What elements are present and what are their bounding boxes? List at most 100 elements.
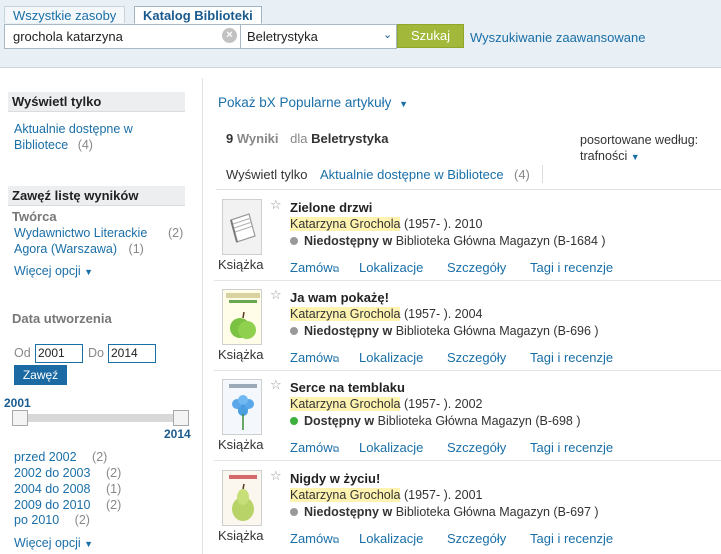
- locations-tab[interactable]: Lokalizacje: [359, 531, 423, 546]
- result-title[interactable]: Zielone drzwi: [290, 200, 372, 215]
- details-tab[interactable]: Szczegóły: [447, 440, 506, 455]
- details-tab[interactable]: Szczegóły: [447, 350, 506, 365]
- availability-status: Niedostępny w: [304, 505, 393, 519]
- date-range-item[interactable]: 2002 do 2003 (2): [14, 465, 121, 481]
- slider-handle-max[interactable]: [173, 410, 189, 426]
- availability-line[interactable]: Dostępny w Biblioteka Główna Magazyn (B-…: [290, 413, 581, 429]
- date-to-input[interactable]: 2014: [108, 344, 156, 363]
- star-icon[interactable]: ☆: [270, 197, 282, 213]
- result-title[interactable]: Ja wam pokażę!: [290, 290, 389, 305]
- slider-min-label: 2001: [4, 396, 31, 410]
- tags-reviews-tab[interactable]: Tagi i recenzje: [530, 350, 613, 365]
- sort-value: trafności: [580, 149, 628, 163]
- external-link-icon: ⧉: [332, 354, 340, 364]
- result-item: Książka ☆ Ja wam pokażę! Katarzyna Groch…: [214, 283, 721, 371]
- result-author: Katarzyna Grochola: [290, 488, 401, 502]
- external-link-icon: ⧉: [332, 535, 340, 545]
- date-range-item[interactable]: 2009 do 2010 (2): [14, 497, 121, 513]
- order-link[interactable]: Zamów⧉: [290, 440, 339, 455]
- tags-reviews-tab[interactable]: Tagi i recenzje: [530, 440, 613, 455]
- tags-reviews-tab[interactable]: Tagi i recenzje: [530, 260, 613, 275]
- date-range-count: (2): [105, 466, 122, 480]
- placeholder-book-icon[interactable]: [222, 199, 262, 255]
- availability-location: Biblioteka Główna Magazyn (B-698 ): [377, 414, 581, 428]
- order-link[interactable]: Zamów⧉: [290, 531, 339, 546]
- results-for: dla: [290, 131, 308, 146]
- availability-line[interactable]: Niedostępny w Biblioteka Główna Magazyn …: [290, 504, 599, 520]
- availability-line[interactable]: Niedostępny w Biblioteka Główna Magazyn …: [290, 323, 599, 339]
- external-link-icon: ⧉: [332, 264, 340, 274]
- status-dot-icon: [290, 417, 298, 425]
- result-dates: (1957- ). 2002: [403, 397, 483, 411]
- details-tab[interactable]: Szczegóły: [447, 531, 506, 546]
- locations-tab[interactable]: Lokalizacje: [359, 260, 423, 275]
- apple-cover[interactable]: [222, 289, 262, 345]
- order-label: Zamów: [290, 531, 333, 546]
- date-slider-track[interactable]: [16, 414, 188, 422]
- date-range-count: (2): [105, 498, 122, 512]
- clear-search-icon[interactable]: ×: [222, 28, 237, 43]
- popular-articles-label: Pokaż bX Popularne artykuły: [218, 95, 392, 110]
- facet-creator-item[interactable]: Wydawnictwo Literackie: [14, 225, 147, 241]
- slider-handle-min[interactable]: [12, 410, 28, 426]
- filter-divider: [542, 165, 543, 183]
- facet-count: (4): [77, 138, 93, 152]
- date-range-count: (2): [92, 450, 108, 464]
- star-icon[interactable]: ☆: [270, 287, 282, 303]
- facet-available-in-library[interactable]: Aktualnie dostępne w Bibliotece (4): [14, 121, 133, 153]
- date-range-item[interactable]: 2004 do 2008 (1): [14, 481, 121, 497]
- popular-articles-link[interactable]: Pokaż bX Popularne artykuły ▼: [218, 95, 408, 110]
- status-dot-icon: [290, 237, 298, 245]
- facet-creator-name: Agora (Warszawa): [14, 242, 118, 256]
- tags-reviews-tab[interactable]: Tagi i recenzje: [530, 531, 613, 546]
- date-range-count: (2): [74, 513, 90, 527]
- results-count: 9: [226, 131, 234, 146]
- filter-count: (4): [514, 167, 530, 182]
- chevron-down-icon: ▼: [630, 152, 640, 162]
- details-tab[interactable]: Szczegóły: [447, 260, 506, 275]
- availability-location: Biblioteka Główna Magazyn (B-1684 ): [395, 234, 606, 248]
- date-from-input[interactable]: 2001: [35, 344, 83, 363]
- sort-control[interactable]: posortowane według: trafności ▼: [580, 132, 698, 165]
- date-range-item[interactable]: przed 2002 (2): [14, 449, 107, 465]
- resource-type: Książka: [218, 437, 264, 452]
- star-icon[interactable]: ☆: [270, 468, 282, 484]
- locations-tab[interactable]: Lokalizacje: [359, 440, 423, 455]
- tab-all-resources[interactable]: Wszystkie zasoby: [4, 6, 126, 23]
- scope-select[interactable]: Beletrystyka: [240, 24, 397, 49]
- result-title[interactable]: Nigdy w życiu!: [290, 471, 380, 486]
- result-author: Katarzyna Grochola: [290, 217, 401, 231]
- date-range-item[interactable]: po 2010 (2): [14, 512, 90, 528]
- search-input[interactable]: grochola katarzyna: [4, 24, 241, 49]
- more-options-link[interactable]: Więcej opcji ▼: [14, 536, 93, 550]
- result-item: Książka ☆ Nigdy w życiu! Katarzyna Groch…: [214, 464, 721, 552]
- filter-available-link[interactable]: Aktualnie dostępne w Bibliotece: [320, 167, 504, 182]
- date-range-count: (1): [105, 482, 122, 496]
- result-author: Katarzyna Grochola: [290, 397, 401, 411]
- advanced-search-link[interactable]: Wyszukiwanie zaawansowane: [470, 30, 645, 46]
- availability-line[interactable]: Niedostępny w Biblioteka Główna Magazyn …: [290, 233, 606, 249]
- result-dates: (1957- ). 2004: [403, 307, 483, 321]
- results-summary: 9 Wyniki dla Beletrystyka: [226, 131, 388, 146]
- result-title[interactable]: Serce na temblaku: [290, 380, 405, 395]
- flower-cover[interactable]: [222, 379, 262, 435]
- search-button[interactable]: Szukaj: [397, 24, 464, 48]
- external-link-icon: ⧉: [332, 444, 340, 454]
- resource-type: Książka: [218, 528, 264, 543]
- order-link[interactable]: Zamów⧉: [290, 350, 339, 365]
- order-label: Zamów: [290, 440, 333, 455]
- locations-tab[interactable]: Lokalizacje: [359, 350, 423, 365]
- pear-cover[interactable]: [222, 470, 262, 526]
- availability-location: Biblioteka Główna Magazyn (B-696 ): [395, 324, 599, 338]
- date-range-label: 2009 do 2010: [14, 498, 91, 512]
- resource-type: Książka: [218, 257, 264, 272]
- more-options-link[interactable]: Więcej opcji ▼: [14, 264, 93, 278]
- facet-creator-item[interactable]: Agora (Warszawa) (1): [14, 241, 144, 257]
- chevron-down-icon: ⌄: [383, 29, 393, 41]
- tab-library-catalog[interactable]: Katalog Biblioteki: [134, 6, 262, 24]
- star-icon[interactable]: ☆: [270, 377, 282, 393]
- apply-date-button[interactable]: Zawęź: [14, 365, 67, 385]
- more-options-label: Więcej opcji: [14, 536, 81, 550]
- order-label: Zamów: [290, 260, 333, 275]
- order-link[interactable]: Zamów⧉: [290, 260, 339, 275]
